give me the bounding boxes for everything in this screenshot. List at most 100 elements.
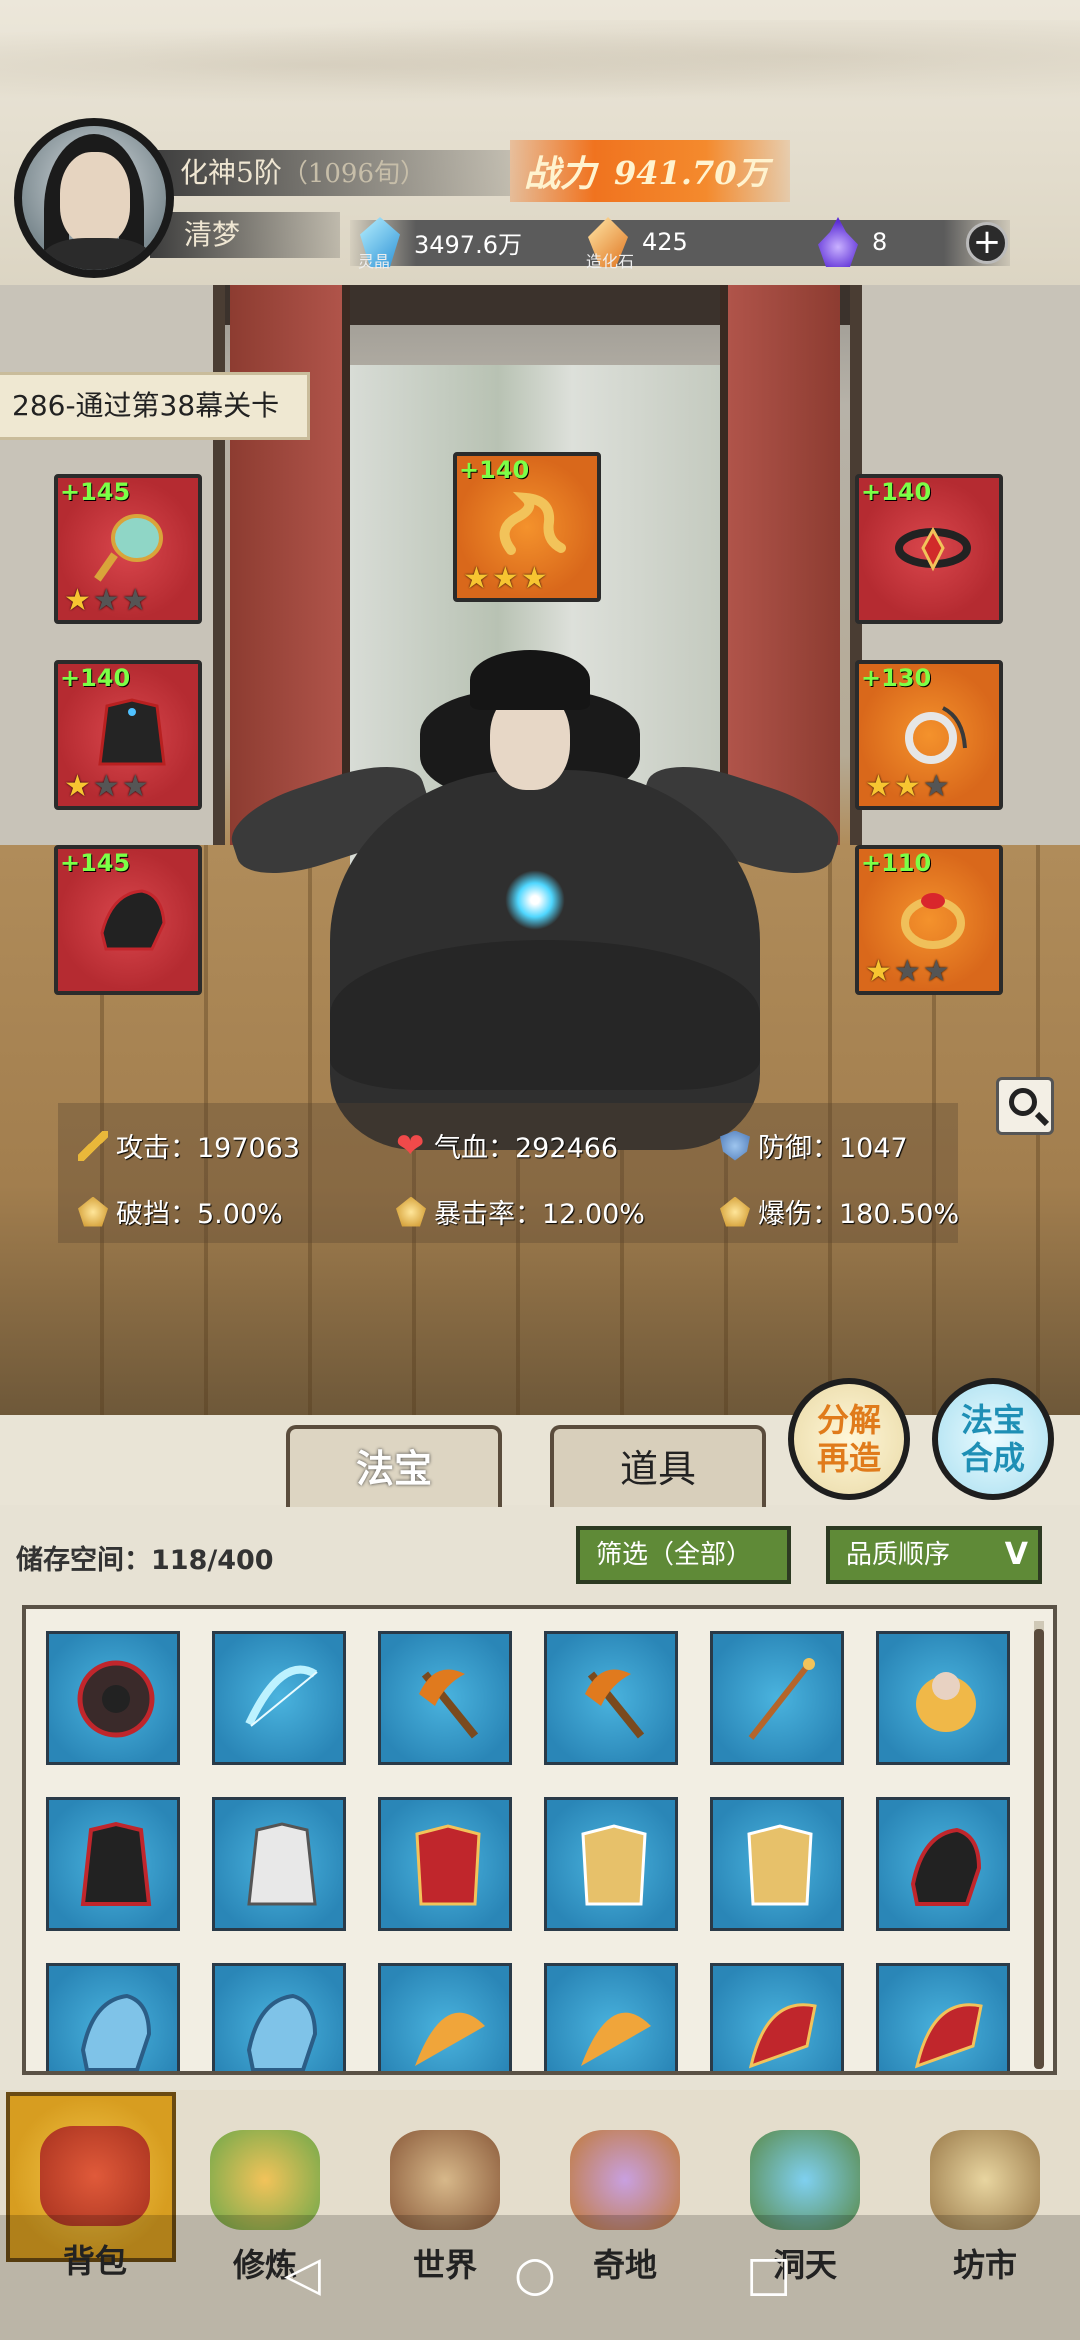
realm-text: 化神5阶 <box>180 156 282 189</box>
fire-axe-icon <box>419 1669 479 1739</box>
gauntlet-icon <box>748 2003 817 2069</box>
equip-slot-headband[interactable]: +140 <box>855 474 1003 624</box>
stage-progress-banner[interactable]: 286-通过第38幕关卡 <box>0 372 311 440</box>
equip-bonus: +110 <box>861 849 932 877</box>
door-left <box>230 285 350 845</box>
headband-icon <box>895 526 971 572</box>
stat-crit-rate: 暴击率：12.00% <box>396 1192 645 1231</box>
character-legs <box>330 940 760 1090</box>
stat-defense: 防御：1047 <box>720 1126 908 1165</box>
crit-damage-icon <box>720 1196 750 1227</box>
tab-items[interactable]: 道具 <box>550 1425 766 1507</box>
bag-item-ice-boots[interactable] <box>46 1963 180 2071</box>
bag-item-fire-fan-2[interactable] <box>544 1963 678 2071</box>
ice-bow-icon <box>245 1665 318 1727</box>
realm-bar: 化神5阶（1096旬） <box>150 150 510 196</box>
ice-boots-icon <box>246 1993 318 2071</box>
filter-dropdown[interactable]: 筛选（全部） <box>576 1526 791 1584</box>
spirit-crystal-caption: 灵晶 <box>358 252 391 271</box>
bag-item-fire-axe-2[interactable] <box>544 1631 678 1765</box>
player-avatar[interactable] <box>14 118 174 278</box>
stat-break-block: 破挡：5.00% <box>78 1192 283 1231</box>
white-robe-icon <box>247 1822 317 1906</box>
age-text: （1096旬） <box>281 159 426 189</box>
amulet-icon <box>905 706 967 764</box>
bag-item-staff[interactable] <box>710 1631 844 1765</box>
equip-slot-ring[interactable]: +110 ★ ★ ★ <box>855 845 1003 995</box>
decompose-button[interactable]: 分解 再造 <box>788 1378 910 1500</box>
sort-dropdown[interactable]: 品质顺序 V <box>826 1526 1042 1584</box>
bag-item-golden-beast[interactable] <box>876 1631 1010 1765</box>
boots-icon <box>100 889 166 951</box>
purple-flame-value: 8 <box>872 228 888 256</box>
fire-fan-icon <box>581 2012 651 2066</box>
golden-dragon-icon <box>499 491 566 555</box>
synthesize-button[interactable]: 法宝 合成 <box>932 1378 1054 1500</box>
dark-robe-icon <box>80 1821 152 1906</box>
stat-hp: ❤ 气血：292466 <box>396 1125 619 1166</box>
bag-item-fire-fan[interactable] <box>378 1963 512 2071</box>
bag-grid[interactable] <box>22 1605 1057 2075</box>
spirit-orb <box>505 870 565 930</box>
break-icon <box>78 1196 108 1227</box>
star-rating: ★ ★ ★ <box>865 954 950 989</box>
scrollbar-thumb[interactable] <box>1034 1629 1044 2069</box>
bag-item-red-gauntlet-2[interactable] <box>876 1963 1010 2071</box>
bag-item-dark-robe[interactable] <box>46 1797 180 1931</box>
equip-bonus: +145 <box>60 478 131 506</box>
equip-bonus: +145 <box>60 849 131 877</box>
combat-power: 战力 941.70万 <box>510 140 790 202</box>
dark-wheel-icon <box>77 1660 155 1738</box>
equip-slot-fan[interactable]: +145 ★ ★ ★ <box>54 474 202 624</box>
bag-item-red-gauntlet[interactable] <box>710 1963 844 2071</box>
equip-slot-amulet[interactable]: +130 ★ ★ ★ <box>855 660 1003 810</box>
ring-icon <box>901 893 965 949</box>
equip-bonus: +140 <box>60 664 131 692</box>
spirit-crystal-value: 3497.6万 <box>414 230 522 259</box>
door-right <box>720 285 840 845</box>
creation-stone-value: 425 <box>642 228 688 256</box>
shield-icon <box>720 1130 750 1161</box>
bag-item-fire-axe[interactable] <box>378 1631 512 1765</box>
power-value: 941.70万 <box>614 154 769 192</box>
back-icon[interactable]: ◁ <box>284 2250 321 2298</box>
magnifier-icon <box>1009 1088 1037 1116</box>
ice-boots-icon <box>80 1993 152 2071</box>
bag-item-white-robe[interactable] <box>212 1797 346 1931</box>
bag-item-dark-boots[interactable] <box>876 1797 1010 1931</box>
power-label: 战力 <box>524 153 597 195</box>
fire-axe-icon <box>585 1669 645 1739</box>
tab-treasures[interactable]: 法宝 <box>286 1425 502 1507</box>
equip-slot-talisman[interactable]: +140 ★ ★ ★ <box>453 452 601 602</box>
bag-item-red-armor[interactable] <box>378 1797 512 1931</box>
golden-beast-icon <box>916 1672 976 1732</box>
heart-icon: ❤ <box>396 1125 425 1166</box>
bag-item-gold-armor[interactable] <box>544 1797 678 1931</box>
inspect-button[interactable] <box>996 1077 1054 1135</box>
bag-item-dark-wheel[interactable] <box>46 1631 180 1765</box>
resource-purple-flame[interactable]: 8 <box>818 212 887 272</box>
bag-item-ice-bow[interactable] <box>212 1631 346 1765</box>
red-armor-icon <box>415 1824 481 1906</box>
staff-icon <box>748 1658 815 1740</box>
jade-fan-icon <box>94 514 163 582</box>
home-icon[interactable]: ○ <box>514 2250 556 2298</box>
add-resource-button[interactable]: + <box>966 222 1008 264</box>
creation-stone-caption: 造化石 <box>586 252 635 271</box>
star-rating: ★ ★ ★ <box>463 561 548 596</box>
gold-armor-icon <box>747 1824 813 1906</box>
character-hair <box>470 650 590 710</box>
storage-capacity: 储存空间：118/400 <box>16 1545 274 1576</box>
stat-crit-damage: 爆伤：180.50% <box>720 1192 959 1231</box>
bag-item-ice-boots-2[interactable] <box>212 1963 346 2071</box>
equip-slot-robe[interactable]: +140 ★ ★ ★ <box>54 660 202 810</box>
robe-armor-icon <box>98 698 166 766</box>
equip-slot-boots[interactable]: +145 <box>54 845 202 995</box>
recents-icon[interactable]: □ <box>746 2250 791 2298</box>
gauntlet-icon <box>914 2003 983 2069</box>
equip-bonus: +140 <box>459 456 530 484</box>
bag-item-gold-armor-2[interactable] <box>710 1797 844 1931</box>
purple-flame-icon <box>818 217 858 267</box>
avatar-face <box>60 152 130 244</box>
sword-icon <box>78 1130 108 1161</box>
